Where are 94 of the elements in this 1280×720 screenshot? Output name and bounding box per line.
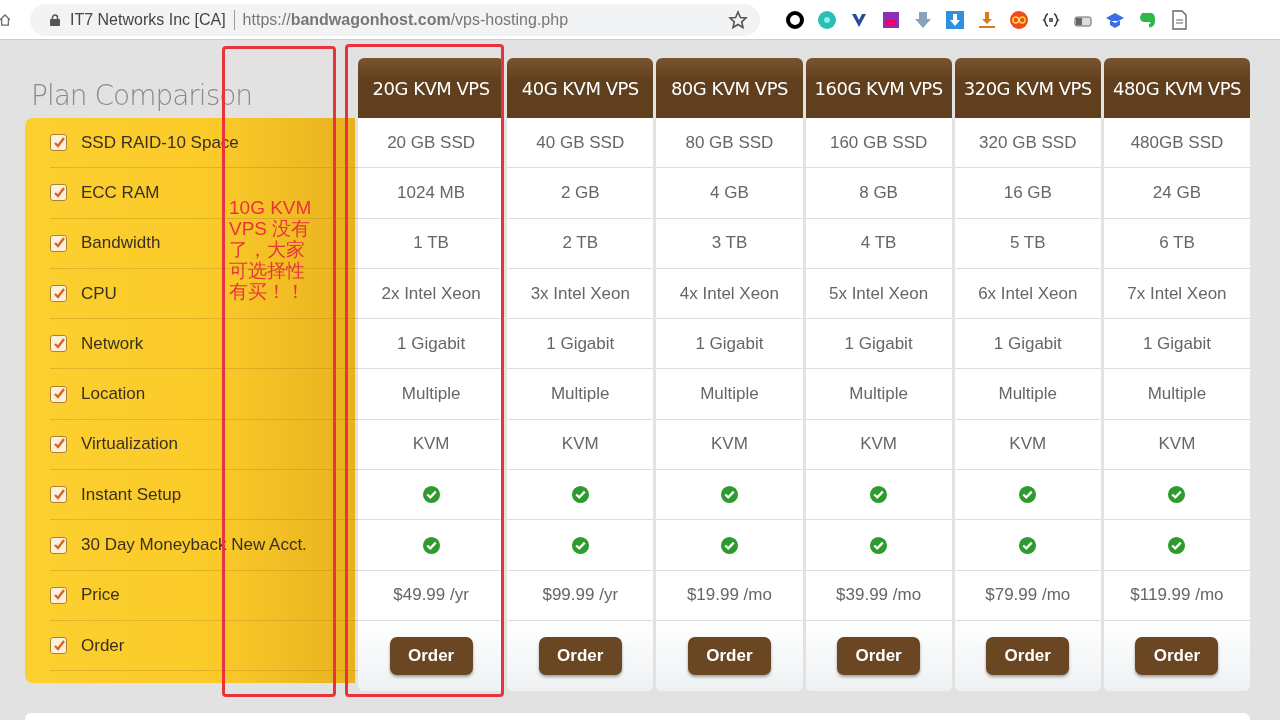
spec-value: 20 GB SSD bbox=[387, 132, 475, 153]
spec-value: 40 GB SSD bbox=[536, 132, 625, 153]
price-value: $119.99 /mo bbox=[1130, 585, 1224, 606]
spec-value: 480GB SSD bbox=[1130, 132, 1224, 153]
spec-value: Multiple bbox=[700, 384, 759, 405]
spec-value: 160 GB SSD bbox=[829, 132, 928, 153]
plan-header: 480G KVM VPS bbox=[1103, 58, 1251, 118]
spec-value: 2 TB bbox=[562, 233, 599, 254]
spec-value: KVM bbox=[711, 434, 748, 455]
checkbox[interactable] bbox=[50, 637, 67, 655]
spec-value: KVM bbox=[412, 434, 450, 455]
lock-icon bbox=[50, 13, 60, 26]
plan-header: 160G KVM VPS bbox=[805, 58, 952, 118]
spec-value: 8 GB bbox=[859, 182, 898, 203]
feature-label: Instant Setup bbox=[81, 484, 182, 505]
spec-value: KVM bbox=[561, 434, 599, 455]
square-icon[interactable] bbox=[881, 9, 901, 30]
download-icon[interactable] bbox=[945, 9, 965, 30]
plan-header: 320G KVM VPS bbox=[954, 58, 1101, 118]
spec-value: 1024 MB bbox=[397, 182, 466, 203]
spec-value: 16 GB bbox=[1003, 182, 1052, 203]
feature-label: CPU bbox=[81, 283, 117, 304]
site-identity: IT7 Networks Inc [CA] bbox=[70, 10, 226, 29]
download-tray-icon[interactable] bbox=[977, 9, 997, 30]
order-button[interactable]: Order bbox=[687, 636, 771, 675]
feature-label: ECC RAM bbox=[81, 182, 160, 203]
spec-value: 3x Intel Xeon bbox=[530, 283, 630, 304]
circle-icon[interactable] bbox=[817, 9, 837, 30]
spec-value: 24 GB bbox=[1152, 182, 1202, 203]
home-icon[interactable] bbox=[0, 12, 10, 27]
checkbox[interactable] bbox=[50, 134, 67, 152]
spec-value: 1 Gigabit bbox=[695, 333, 764, 354]
spec-value: 7x Intel Xeon bbox=[1127, 283, 1227, 304]
spec-value: 1 Gigabit bbox=[546, 333, 615, 354]
order-button[interactable]: Order bbox=[538, 636, 622, 675]
order-button[interactable]: Order bbox=[389, 636, 473, 675]
down-arrow-icon[interactable] bbox=[913, 9, 933, 30]
price-value: $99.99 /yr bbox=[542, 585, 619, 606]
checkbox[interactable] bbox=[50, 486, 67, 504]
spec-value: 1 Gigabit bbox=[844, 333, 913, 354]
spec-value: Multiple bbox=[849, 384, 908, 405]
feature-label: Virtualization bbox=[81, 434, 179, 455]
checkbox[interactable] bbox=[50, 234, 67, 252]
checkbox[interactable] bbox=[50, 184, 67, 202]
spec-value: 4x Intel Xeon bbox=[679, 283, 780, 304]
ring-icon[interactable] bbox=[785, 9, 805, 30]
spec-value: KVM bbox=[1009, 434, 1047, 455]
feature-label: Location bbox=[81, 384, 146, 405]
spec-value: 4 TB bbox=[860, 233, 897, 254]
url-text: https://bandwagonhost.com/vps-hosting.php bbox=[242, 10, 570, 29]
address-bar[interactable]: IT7 Networks Inc [CA] https://bandwagonhost.com/vps-hosting.php bbox=[30, 3, 760, 36]
page-icon[interactable] bbox=[1169, 9, 1189, 30]
checkbox[interactable] bbox=[50, 435, 67, 453]
plan-header: 40G KVM VPS bbox=[507, 58, 654, 118]
spec-value: Multiple bbox=[550, 384, 610, 405]
spec-value: 1 TB bbox=[413, 233, 449, 254]
spec-value: 6 TB bbox=[1159, 233, 1195, 254]
spec-value: 3 TB bbox=[711, 233, 748, 254]
checkbox[interactable] bbox=[50, 586, 67, 604]
spec-value: KVM bbox=[860, 434, 897, 455]
spec-value: 2 GB bbox=[560, 182, 600, 203]
price-value: $19.99 /mo bbox=[686, 585, 772, 606]
spec-value: Multiple bbox=[998, 384, 1058, 405]
checkbox[interactable] bbox=[50, 536, 67, 554]
feature-label: Bandwidth bbox=[81, 233, 161, 254]
feature-label: Order bbox=[81, 635, 125, 656]
star-icon[interactable] bbox=[728, 9, 748, 30]
spec-value: 1 Gigabit bbox=[1142, 333, 1211, 354]
spec-value: 80 GB SSD bbox=[685, 132, 774, 153]
price-value: $39.99 /mo bbox=[836, 585, 922, 606]
checkbox[interactable] bbox=[50, 385, 67, 403]
order-button[interactable]: Order bbox=[1135, 636, 1219, 675]
spec-value: 5x Intel Xeon bbox=[828, 283, 929, 304]
spec-value: 5 TB bbox=[1009, 233, 1046, 254]
spec-value: 320 GB SSD bbox=[979, 132, 1077, 153]
checkbox[interactable] bbox=[50, 285, 67, 303]
order-button[interactable]: Order bbox=[837, 636, 921, 675]
annotation-text: 10G KVM VPS 没有了，大家可选择性有买！！ bbox=[229, 198, 313, 303]
price-value: $79.99 /mo bbox=[985, 585, 1071, 606]
order-button[interactable]: Order bbox=[986, 636, 1070, 675]
feature-label: Network bbox=[81, 333, 144, 354]
plan-header: 80G KVM VPS bbox=[656, 58, 803, 118]
spec-value: 4 GB bbox=[710, 182, 749, 203]
infinity-icon[interactable] bbox=[1009, 9, 1029, 30]
spec-value: Multiple bbox=[1147, 384, 1207, 405]
spec-value: Multiple bbox=[401, 384, 461, 405]
spec-value: 1 Gigabit bbox=[397, 333, 466, 354]
checkbox[interactable] bbox=[50, 335, 67, 353]
spec-value: KVM bbox=[1158, 434, 1196, 455]
spec-value: 6x Intel Xeon bbox=[978, 283, 1078, 304]
price-value: $49.99 /yr bbox=[393, 585, 469, 606]
spec-value: 2x Intel Xeon bbox=[381, 283, 481, 304]
feature-label: Price bbox=[81, 585, 120, 606]
spec-value: 1 Gigabit bbox=[993, 333, 1062, 354]
